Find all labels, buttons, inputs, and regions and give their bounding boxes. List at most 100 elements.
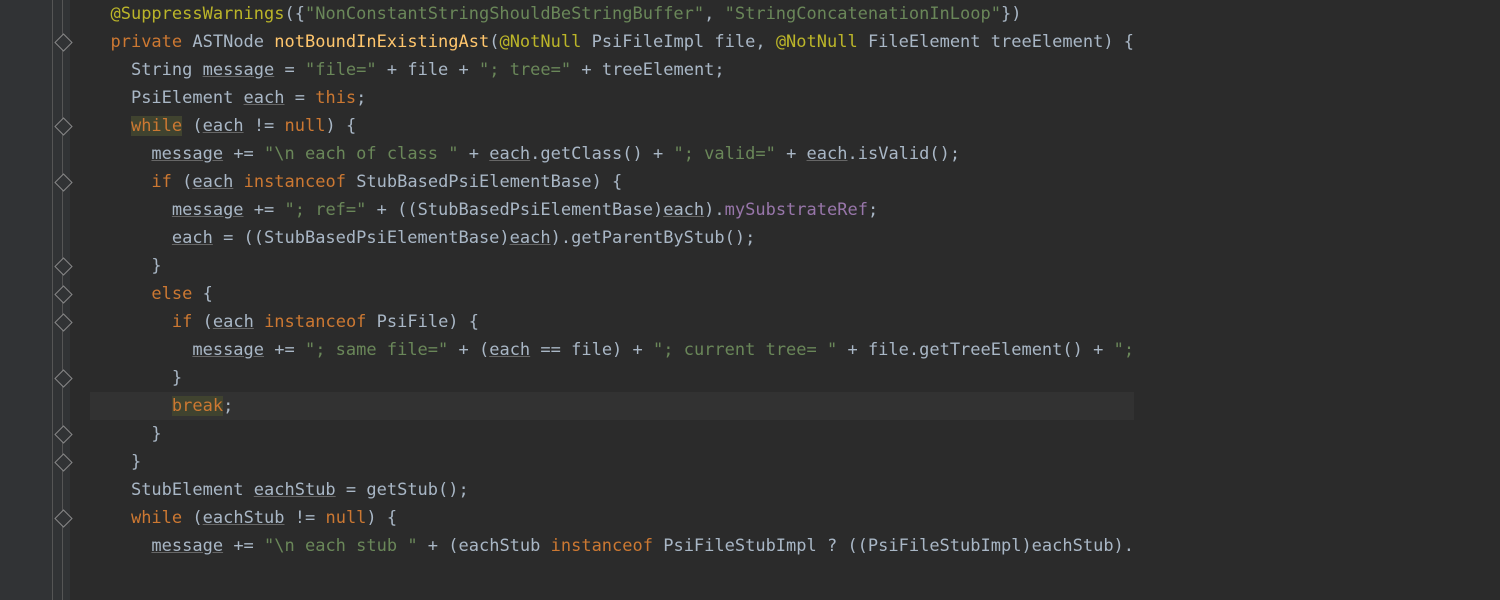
- code-token: }: [151, 256, 161, 276]
- code-token: null: [325, 508, 366, 528]
- code-token: +: [776, 144, 807, 164]
- code-token: == file) +: [530, 340, 653, 360]
- code-line[interactable]: private ASTNode notBoundInExistingAst(@N…: [90, 28, 1134, 56]
- code-line[interactable]: }: [90, 448, 1134, 476]
- code-line[interactable]: while (each != null) {: [90, 112, 1134, 140]
- code-token: ).: [704, 200, 724, 220]
- code-token: + treeElement;: [571, 60, 725, 80]
- code-editor[interactable]: @SuppressWarnings({"NonConstantStringSho…: [0, 0, 1500, 600]
- code-token: + (: [448, 340, 489, 360]
- code-token: "; same file=": [305, 340, 448, 360]
- code-token: PsiFileStubImpl ? ((PsiFileStubImpl)each…: [663, 536, 1134, 556]
- code-line[interactable]: message += "; same file=" + (each == fil…: [90, 336, 1134, 364]
- code-token: "; current tree= ": [653, 340, 837, 360]
- code-token: = ((StubBasedPsiElementBase): [213, 228, 510, 248]
- code-line[interactable]: message += "; ref=" + ((StubBasedPsiElem…: [90, 196, 1134, 224]
- code-line[interactable]: message += "\n each stub " + (eachStub i…: [90, 532, 1134, 560]
- code-token: message: [172, 200, 244, 220]
- code-token: "; valid=": [673, 144, 775, 164]
- code-token: }: [172, 368, 182, 388]
- code-token: +=: [223, 144, 264, 164]
- code-token: PsiElement: [131, 88, 244, 108]
- code-token: ;: [356, 88, 366, 108]
- code-token: "\n each of class ": [264, 144, 458, 164]
- code-token: StubBasedPsiElementBase) {: [356, 172, 622, 192]
- code-token: !=: [285, 508, 326, 528]
- code-line[interactable]: StubElement eachStub = getStub();: [90, 476, 1134, 504]
- code-token: [233, 172, 243, 192]
- code-token: each: [663, 200, 704, 220]
- code-token: +=: [264, 340, 305, 360]
- code-token: .getClass() +: [530, 144, 673, 164]
- code-token: +=: [223, 536, 264, 556]
- code-line[interactable]: else {: [90, 280, 1134, 308]
- code-line[interactable]: message += "\n each of class " + each.ge…: [90, 140, 1134, 168]
- code-token: StubElement: [131, 480, 254, 500]
- code-token: else: [151, 284, 202, 304]
- code-token: (: [182, 172, 192, 192]
- code-line[interactable]: break;: [90, 392, 1134, 420]
- code-line[interactable]: }: [90, 364, 1134, 392]
- code-token: }: [131, 452, 141, 472]
- code-token: !=: [244, 116, 285, 136]
- code-token: "\n each stub ": [264, 536, 418, 556]
- code-token: + ((StubBasedPsiElementBase): [366, 200, 663, 220]
- code-token: message: [192, 340, 264, 360]
- code-token: each: [244, 88, 285, 108]
- code-token: each: [489, 340, 530, 360]
- code-token: =: [274, 60, 305, 80]
- code-line[interactable]: @SuppressWarnings({"NonConstantStringSho…: [90, 0, 1134, 28]
- code-token: each: [203, 116, 244, 136]
- code-line[interactable]: if (each instanceof PsiFile) {: [90, 308, 1134, 336]
- code-line[interactable]: if (each instanceof StubBasedPsiElementB…: [90, 168, 1134, 196]
- code-line[interactable]: }: [90, 252, 1134, 280]
- code-token: message: [151, 536, 223, 556]
- editor-gutter: [0, 0, 70, 600]
- code-token: message: [151, 144, 223, 164]
- code-token: (: [182, 116, 202, 136]
- code-token: instanceof: [244, 172, 357, 192]
- code-token: while: [131, 508, 192, 528]
- code-token: =: [285, 88, 316, 108]
- code-token: @NotNull: [776, 32, 868, 52]
- code-token: eachStub: [203, 508, 285, 528]
- code-token: each: [192, 172, 233, 192]
- code-line[interactable]: }: [90, 420, 1134, 448]
- code-token: ;: [868, 200, 878, 220]
- code-token: null: [285, 116, 326, 136]
- code-token: while: [131, 116, 182, 136]
- code-line[interactable]: while (eachStub != null) {: [90, 504, 1134, 532]
- code-token: (: [192, 508, 202, 528]
- code-line[interactable]: PsiElement each = this;: [90, 84, 1134, 112]
- code-token: this: [315, 88, 356, 108]
- code-token: "StringConcatenationInLoop": [725, 4, 1001, 24]
- code-token: each: [510, 228, 551, 248]
- code-token: if: [172, 312, 203, 332]
- code-line[interactable]: String message = "file=" + file + "; tre…: [90, 56, 1134, 84]
- code-token: each: [489, 144, 530, 164]
- code-line[interactable]: each = ((StubBasedPsiElementBase)each).g…: [90, 224, 1134, 252]
- code-token: break: [172, 396, 223, 416]
- code-token: +=: [244, 200, 285, 220]
- code-token: "; tree=": [479, 60, 571, 80]
- code-token: }: [151, 424, 161, 444]
- code-token: notBoundInExistingAst: [274, 32, 489, 52]
- code-token: String: [131, 60, 203, 80]
- code-area[interactable]: @SuppressWarnings({"NonConstantStringSho…: [70, 0, 1134, 600]
- code-token: ({: [284, 4, 304, 24]
- code-token: private: [110, 32, 192, 52]
- code-token: each: [172, 228, 213, 248]
- code-token: ,: [704, 4, 724, 24]
- code-token: PsiFile) {: [377, 312, 479, 332]
- code-token: = getStub();: [336, 480, 469, 500]
- code-token: instanceof: [551, 536, 664, 556]
- code-token: @SuppressWarnings: [110, 4, 284, 24]
- code-token: FileElement treeElement) {: [868, 32, 1134, 52]
- code-token: ASTNode: [192, 32, 274, 52]
- fold-guide-line: [52, 0, 53, 600]
- code-token: message: [203, 60, 275, 80]
- code-token: + file +: [377, 60, 479, 80]
- code-token: }): [1001, 4, 1021, 24]
- code-token: "NonConstantStringShouldBeStringBuffer": [305, 4, 704, 24]
- code-token: ";: [1114, 340, 1134, 360]
